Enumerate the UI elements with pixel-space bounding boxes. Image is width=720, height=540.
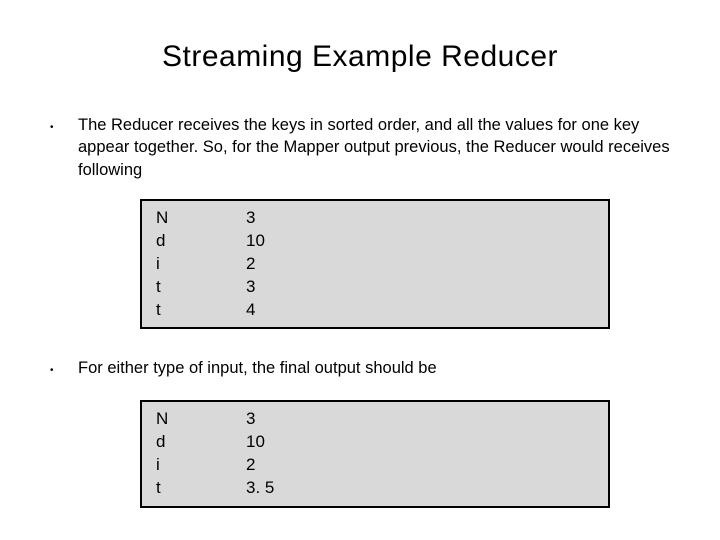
code-row: t3. 5: [156, 477, 594, 500]
bullet-item-1: The Reducer receives the keys in sorted …: [50, 114, 670, 181]
code-key: t: [156, 299, 246, 322]
code-row: N3: [156, 207, 594, 230]
code-key: N: [156, 207, 246, 230]
code-val: 3: [246, 276, 255, 299]
code-box-2: N3 d10 i2 t3. 5: [140, 400, 610, 508]
bullet-text-2: For either type of input, the final outp…: [78, 357, 670, 381]
code-val: 2: [246, 454, 255, 477]
slide-title: Streaming Example Reducer: [50, 40, 670, 74]
code-val: 2: [246, 253, 255, 276]
code-row: t3: [156, 276, 594, 299]
code-row: d10: [156, 230, 594, 253]
bullet-item-2: For either type of input, the final outp…: [50, 357, 670, 381]
code-row: d10: [156, 431, 594, 454]
bullet-text-1: The Reducer receives the keys in sorted …: [78, 114, 670, 181]
code-key: d: [156, 431, 246, 454]
code-key: N: [156, 408, 246, 431]
code-row: i2: [156, 253, 594, 276]
code-row: t4: [156, 299, 594, 322]
code-key: t: [156, 477, 246, 500]
code-key: i: [156, 253, 246, 276]
code-key: d: [156, 230, 246, 253]
code-key: t: [156, 276, 246, 299]
code-val: 3. 5: [246, 477, 274, 500]
bullet-dot-icon: [50, 357, 78, 381]
code-val: 4: [246, 299, 255, 322]
bullet-dot-icon: [50, 114, 78, 181]
code-row: N3: [156, 408, 594, 431]
code-val: 10: [246, 230, 265, 253]
code-val: 3: [246, 408, 255, 431]
code-val: 3: [246, 207, 255, 230]
code-row: i2: [156, 454, 594, 477]
code-box-1: N3 d10 i2 t3 t4: [140, 199, 610, 330]
code-val: 10: [246, 431, 265, 454]
code-key: i: [156, 454, 246, 477]
